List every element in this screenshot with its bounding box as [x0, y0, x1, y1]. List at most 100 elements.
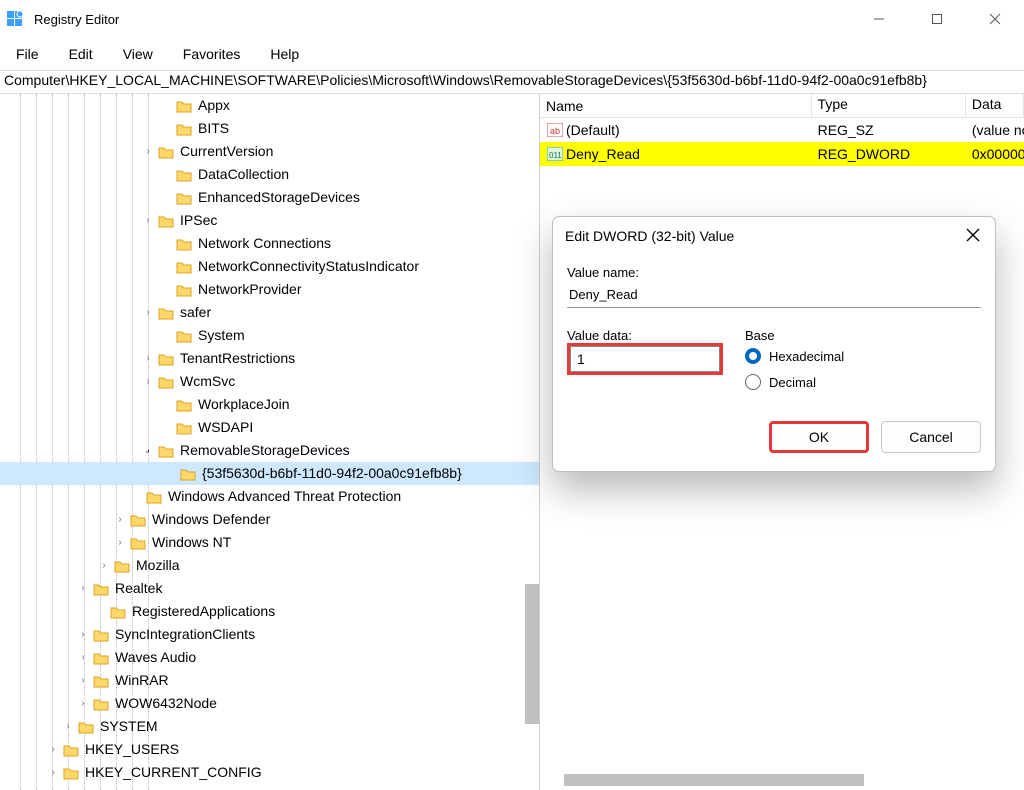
folder-icon [176, 398, 192, 412]
horizontal-scrollbar[interactable] [564, 774, 864, 786]
chevron-right-icon[interactable]: › [45, 742, 61, 758]
tree-item-rsd[interactable]: ›RemovableStorageDevices [0, 439, 539, 462]
base-label: Base [745, 328, 844, 343]
tree-item[interactable]: ›SyncIntegrationClients [0, 623, 539, 646]
svg-text:ab: ab [550, 126, 560, 136]
tree-item[interactable]: ›Mozilla [0, 554, 539, 577]
tree-item[interactable]: ›safer [0, 301, 539, 324]
radio-hex[interactable]: Hexadecimal [745, 343, 844, 369]
maximize-button[interactable] [908, 0, 966, 38]
col-data[interactable]: Data [966, 94, 1024, 117]
ok-button[interactable]: OK [769, 421, 869, 453]
folder-icon [176, 168, 192, 182]
tree-item[interactable]: ›Realtek [0, 577, 539, 600]
svg-text:011: 011 [549, 151, 562, 160]
value-name-label: Value name: [567, 265, 981, 280]
tree-item[interactable]: ›IPSec [0, 209, 539, 232]
folder-icon [158, 352, 174, 366]
chevron-right-icon[interactable]: › [75, 581, 91, 597]
tree-item[interactable]: ▶NetworkConnectivityStatusIndicator [0, 255, 539, 278]
tree-item[interactable]: ▶Windows Advanced Threat Protection [0, 485, 539, 508]
menu-view[interactable]: View [119, 43, 157, 65]
chevron-right-icon[interactable]: › [45, 765, 61, 781]
tree-item[interactable]: ▶Appx [0, 94, 539, 117]
tree-item[interactable]: ▶DataCollection [0, 163, 539, 186]
tree-item[interactable]: ›WcmSvc [0, 370, 539, 393]
folder-icon [93, 628, 109, 642]
tree-item[interactable]: ▶WorkplaceJoin [0, 393, 539, 416]
tree-item[interactable]: ▶Network Connections [0, 232, 539, 255]
tree-item[interactable]: ›CurrentVersion [0, 140, 539, 163]
chevron-right-icon[interactable]: › [60, 719, 76, 735]
tree-item[interactable]: ▶EnhancedStorageDevices [0, 186, 539, 209]
tree-item[interactable]: ›WinRAR [0, 669, 539, 692]
folder-icon [78, 720, 94, 734]
list-header: Name Type Data [540, 94, 1024, 118]
menu-file[interactable]: File [12, 43, 43, 65]
folder-icon [176, 99, 192, 113]
folder-icon [110, 605, 126, 619]
radio-dec[interactable]: Decimal [745, 369, 844, 395]
close-button[interactable] [966, 0, 1024, 38]
chevron-right-icon[interactable]: › [140, 374, 156, 390]
radio-icon [745, 374, 761, 390]
folder-icon [176, 260, 192, 274]
col-name[interactable]: Name [540, 94, 812, 117]
chevron-down-icon[interactable]: › [137, 439, 160, 462]
tree-item[interactable]: ›TenantRestrictions [0, 347, 539, 370]
folder-icon [158, 306, 174, 320]
chevron-right-icon[interactable]: › [140, 213, 156, 229]
tree-item[interactable]: ▶RegisteredApplications [0, 600, 539, 623]
chevron-right-icon[interactable]: › [96, 558, 112, 574]
window-title: Registry Editor [34, 12, 850, 27]
list-row-deny-read[interactable]: 011Deny_Read REG_DWORD 0x00000001 (1) [540, 142, 1024, 166]
tree-item[interactable]: ▶NetworkProvider [0, 278, 539, 301]
value-data-input[interactable] [570, 346, 720, 372]
folder-icon [130, 536, 146, 550]
chevron-right-icon[interactable]: › [75, 627, 91, 643]
folder-icon [158, 444, 174, 458]
tree-item[interactable]: ▶System [0, 324, 539, 347]
chevron-right-icon[interactable]: › [75, 696, 91, 712]
tree-item[interactable]: ›Windows Defender [0, 508, 539, 531]
chevron-right-icon[interactable]: › [140, 144, 156, 160]
vertical-scrollbar[interactable] [525, 584, 539, 724]
menu-edit[interactable]: Edit [65, 43, 97, 65]
chevron-right-icon[interactable]: › [75, 650, 91, 666]
folder-icon [93, 697, 109, 711]
folder-icon [158, 375, 174, 389]
chevron-right-icon[interactable]: › [75, 673, 91, 689]
cancel-button[interactable]: Cancel [881, 421, 981, 453]
chevron-right-icon[interactable]: › [140, 305, 156, 321]
string-value-icon: ab [546, 122, 564, 138]
folder-icon [93, 674, 109, 688]
registry-tree[interactable]: ▶Appx ▶BITS ›CurrentVersion ▶DataCollect… [0, 94, 539, 784]
col-type[interactable]: Type [812, 94, 966, 117]
tree-item[interactable]: ›SYSTEM [0, 715, 539, 738]
dword-value-icon: 011 [546, 146, 564, 162]
minimize-button[interactable] [850, 0, 908, 38]
tree-item[interactable]: ›WOW6432Node [0, 692, 539, 715]
tree-item[interactable]: ›HKEY_USERS [0, 738, 539, 761]
value-name-field: Deny_Read [567, 282, 981, 308]
folder-icon [176, 283, 192, 297]
app-icon [6, 10, 24, 28]
list-row-default[interactable]: ab(Default) REG_SZ (value not set) [540, 118, 1024, 142]
folder-icon [114, 559, 130, 573]
tree-item[interactable]: ›HKEY_CURRENT_CONFIG [0, 761, 539, 784]
value-data-label: Value data: [567, 328, 727, 343]
folder-icon [176, 237, 192, 251]
chevron-right-icon[interactable]: › [112, 512, 128, 528]
menu-favorites[interactable]: Favorites [179, 43, 245, 65]
tree-item[interactable]: ▶BITS [0, 117, 539, 140]
tree-item[interactable]: ›Windows NT [0, 531, 539, 554]
chevron-right-icon[interactable]: › [140, 351, 156, 367]
tree-item[interactable]: ▶WSDAPI [0, 416, 539, 439]
dialog-close-button[interactable] [963, 225, 983, 248]
menu-help[interactable]: Help [266, 43, 303, 65]
tree-item-guid[interactable]: {53f5630d-b6bf-11d0-94f2-00a0c91efb8b} [0, 462, 539, 485]
chevron-right-icon[interactable]: › [112, 535, 128, 551]
folder-icon [176, 329, 192, 343]
tree-item[interactable]: ›Waves Audio [0, 646, 539, 669]
address-bar[interactable]: Computer\HKEY_LOCAL_MACHINE\SOFTWARE\Pol… [0, 70, 1024, 94]
